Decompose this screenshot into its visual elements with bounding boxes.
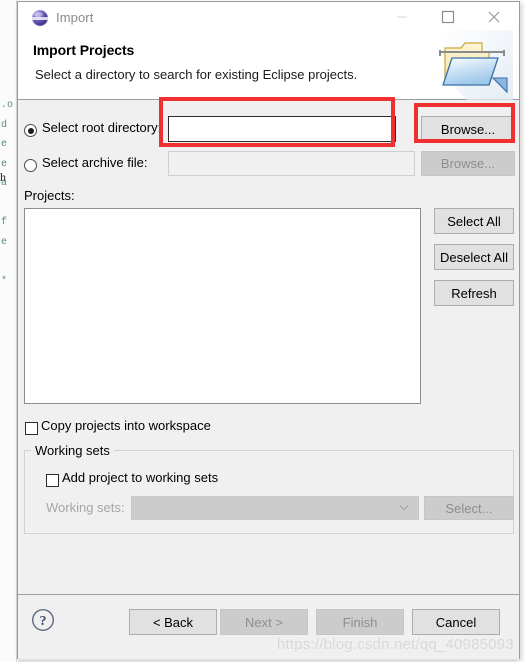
minimize-button[interactable]: [379, 2, 425, 32]
maximize-button[interactable]: [425, 2, 471, 32]
eclipse-sphere-icon: [32, 10, 48, 26]
radio-select-root-directory[interactable]: [24, 124, 37, 137]
dialog-header: Import Projects Select a directory to se…: [18, 30, 519, 100]
root-directory-input[interactable]: [168, 116, 396, 142]
working-sets-group: [24, 450, 514, 534]
projects-label: Projects:: [24, 188, 75, 203]
browse-archive-file-button[interactable]: Browse...: [421, 151, 515, 176]
select-all-button[interactable]: Select All: [434, 208, 514, 234]
dialog-footer: ? < Back Next > Finish Cancel: [18, 594, 519, 659]
refresh-button[interactable]: Refresh: [434, 280, 514, 306]
background-code-text: .o d e e a f e *: [1, 100, 14, 287]
working-sets-combo-label: Working sets:: [46, 500, 125, 515]
back-button[interactable]: < Back: [129, 609, 217, 635]
deselect-all-button[interactable]: Deselect All: [434, 244, 514, 270]
page-description: Select a directory to search for existin…: [35, 67, 358, 82]
next-button[interactable]: Next >: [220, 609, 308, 635]
screenshot-root: h .o d e e a f e * Import Import Project…: [0, 0, 525, 662]
import-dialog: Import Import Projects Select a director…: [17, 1, 520, 659]
radio-select-archive-file[interactable]: [24, 159, 37, 172]
open-folder-icon: [439, 30, 513, 100]
cancel-button[interactable]: Cancel: [412, 609, 500, 635]
close-icon: [488, 11, 500, 23]
close-button[interactable]: [471, 2, 517, 32]
copy-projects-checkbox[interactable]: [25, 422, 38, 435]
add-to-working-sets-label: Add project to working sets: [62, 470, 219, 485]
chevron-down-icon: [399, 505, 409, 511]
archive-file-input[interactable]: [168, 151, 415, 176]
finish-button[interactable]: Finish: [316, 609, 404, 635]
add-to-working-sets-checkbox[interactable]: [46, 474, 59, 487]
dialog-title: Import: [56, 10, 94, 25]
working-sets-select-button[interactable]: Select...: [424, 496, 514, 520]
label-select-root-directory: Select root directory:: [42, 120, 162, 135]
page-title: Import Projects: [33, 42, 135, 58]
working-sets-group-title: Working sets: [31, 443, 114, 458]
label-select-archive-file: Select archive file:: [42, 155, 148, 170]
minimize-icon: [397, 16, 407, 18]
dialog-body: Select root directory: Browse... Select …: [18, 100, 519, 594]
maximize-icon: [441, 10, 455, 24]
svg-text:?: ?: [40, 614, 47, 629]
working-sets-combo[interactable]: [131, 496, 419, 520]
help-icon[interactable]: ?: [31, 608, 55, 632]
browse-root-directory-button[interactable]: Browse...: [421, 116, 515, 142]
copy-projects-label: Copy projects into workspace: [41, 418, 211, 433]
projects-list[interactable]: [24, 208, 421, 404]
